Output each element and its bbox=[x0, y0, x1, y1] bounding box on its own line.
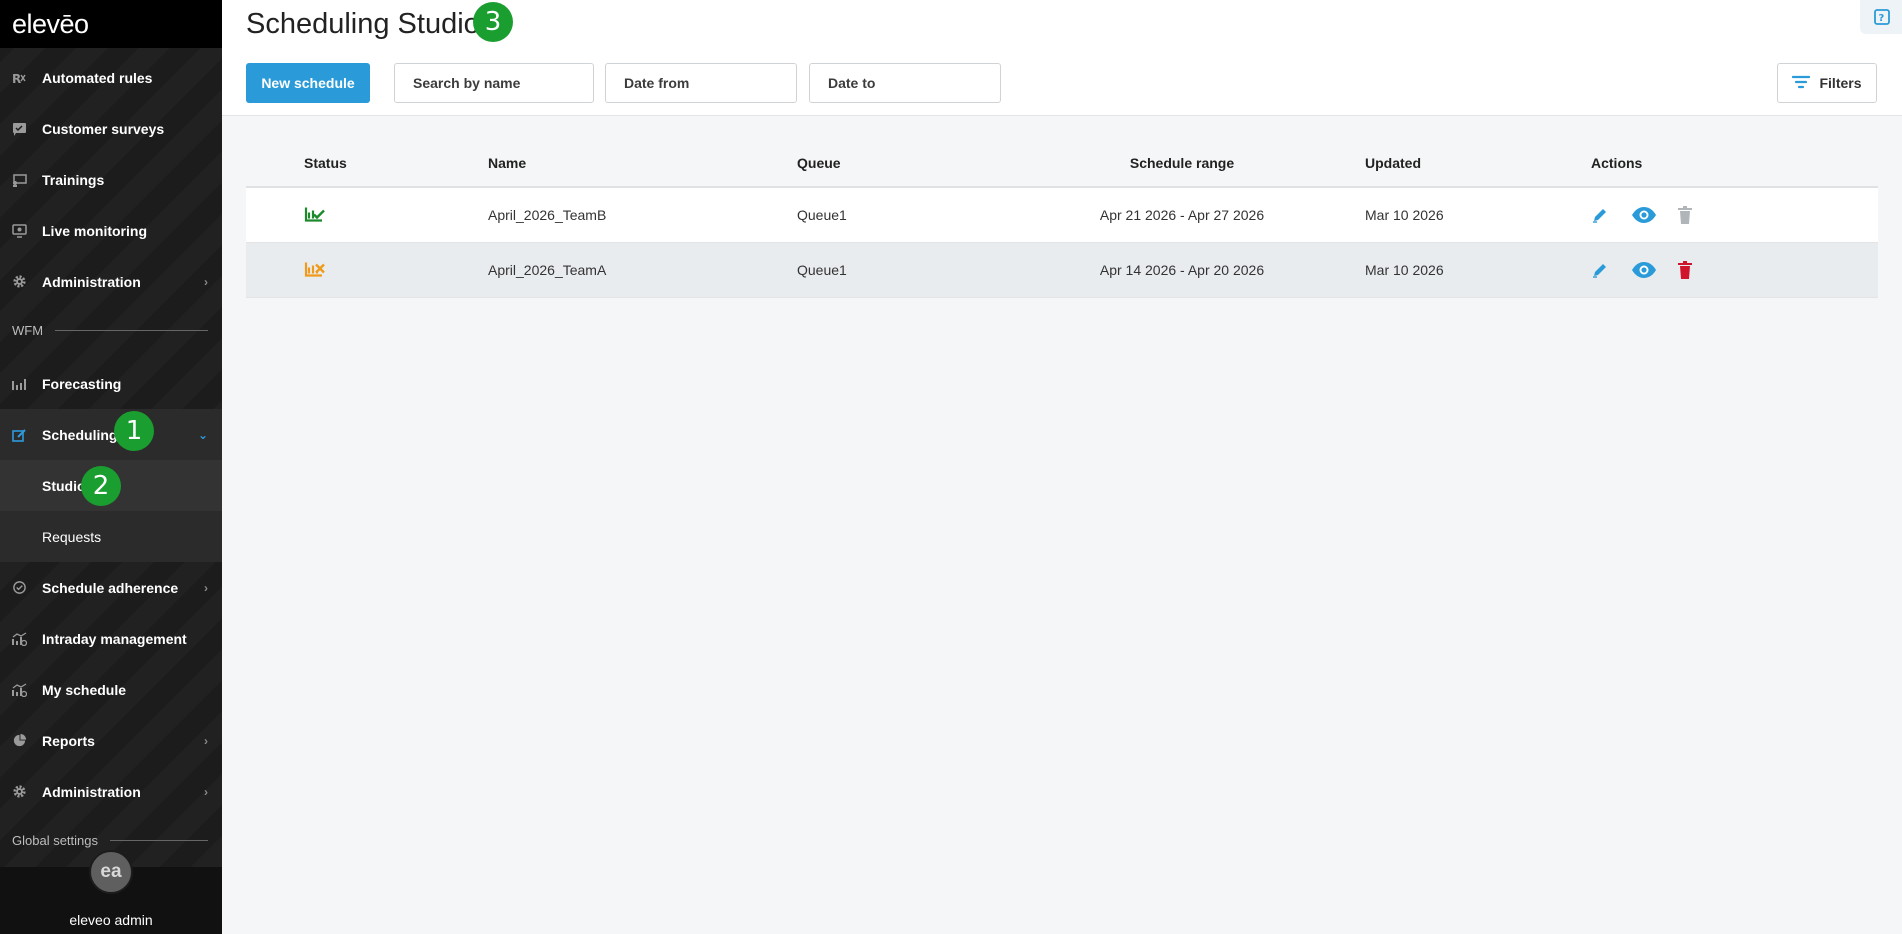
sidebar-item-label: Customer surveys bbox=[42, 120, 165, 137]
page-title: Scheduling Studio bbox=[246, 8, 480, 40]
sidebar-item-label: Schedule adherence bbox=[42, 579, 179, 596]
column-header-updated[interactable]: Updated bbox=[1365, 155, 1421, 171]
logo-bar: elevēo bbox=[0, 0, 222, 48]
sidebar-item-label: Scheduling bbox=[42, 426, 118, 443]
row-name: April_2026_TeamA bbox=[488, 262, 607, 278]
user-area[interactable]: ea eleveo admin bbox=[0, 850, 222, 934]
date-from-field[interactable] bbox=[605, 63, 797, 103]
step-badge-2: 2 bbox=[81, 466, 121, 506]
step-badge-3: 3 bbox=[473, 2, 513, 42]
table-row[interactable]: April_2026_TeamB Queue1 Apr 21 2026 - Ap… bbox=[246, 188, 1878, 243]
sidebar-item-reports[interactable]: Reports › bbox=[0, 715, 222, 766]
sidebar-item-trainings[interactable]: Trainings bbox=[0, 154, 222, 205]
column-header-status[interactable]: Status bbox=[304, 155, 347, 171]
sidebar-item-administration[interactable]: Administration › bbox=[0, 256, 222, 307]
status-published-icon bbox=[304, 205, 326, 226]
edit-icon bbox=[11, 427, 27, 443]
sidebar-item-intraday-management[interactable]: Intraday management bbox=[0, 613, 222, 664]
sidebar-item-label: My schedule bbox=[42, 681, 127, 698]
sidebar-item-schedule-adherence[interactable]: Schedule adherence › bbox=[0, 562, 222, 613]
sidebar-item-label: Studio bbox=[42, 477, 86, 494]
section-wfm: WFM bbox=[12, 323, 208, 338]
sidebar: elevēo R Automated rules Customer survey… bbox=[0, 0, 222, 934]
column-header-queue[interactable]: Queue bbox=[797, 155, 841, 171]
chevron-right-icon: › bbox=[204, 580, 208, 595]
section-global-settings: Global settings bbox=[12, 833, 208, 848]
date-to-field[interactable] bbox=[809, 63, 1001, 103]
survey-icon bbox=[11, 121, 27, 137]
delete-trash-icon-disabled[interactable] bbox=[1677, 206, 1693, 224]
filter-icon bbox=[1792, 75, 1811, 92]
forecast-chart-icon bbox=[11, 376, 27, 392]
sidebar-item-label: Administration bbox=[42, 783, 141, 800]
sidebar-item-label: Live monitoring bbox=[42, 222, 147, 239]
status-failed-icon bbox=[304, 260, 326, 281]
row-queue: Queue1 bbox=[797, 262, 847, 278]
edit-pencil-icon[interactable] bbox=[1591, 206, 1609, 224]
sidebar-subitem-requests[interactable]: Requests bbox=[0, 511, 222, 562]
section-label: WFM bbox=[12, 323, 44, 338]
divider bbox=[55, 330, 208, 331]
sidebar-item-label: Automated rules bbox=[42, 69, 153, 86]
check-circle-icon bbox=[11, 580, 27, 596]
row-schedule-range: Apr 21 2026 - Apr 27 2026 bbox=[1099, 207, 1265, 223]
avatar[interactable]: ea bbox=[89, 850, 133, 894]
row-queue: Queue1 bbox=[797, 207, 847, 223]
chevron-right-icon: › bbox=[204, 784, 208, 799]
search-input[interactable] bbox=[394, 63, 594, 103]
chart-icon bbox=[11, 631, 27, 647]
view-eye-icon[interactable] bbox=[1631, 206, 1657, 224]
chart-icon bbox=[11, 682, 27, 698]
row-updated: Mar 10 2026 bbox=[1365, 207, 1444, 223]
sidebar-item-label: Requests bbox=[42, 528, 102, 545]
sidebar-item-administration-wfm[interactable]: Administration › bbox=[0, 766, 222, 817]
chevron-right-icon: › bbox=[204, 733, 208, 748]
filters-label: Filters bbox=[1819, 75, 1862, 91]
svg-text:?: ? bbox=[1879, 13, 1885, 24]
chevron-right-icon: › bbox=[204, 274, 208, 289]
sidebar-item-label: Administration bbox=[42, 273, 141, 290]
sidebar-item-my-schedule[interactable]: My schedule bbox=[0, 664, 222, 715]
sidebar-item-label: Reports bbox=[42, 732, 95, 749]
gear-icon bbox=[11, 274, 27, 290]
row-name: April_2026_TeamB bbox=[488, 207, 607, 223]
column-header-name[interactable]: Name bbox=[488, 155, 526, 171]
table-header: Status Name Queue Schedule range Updated… bbox=[246, 140, 1878, 188]
help-video-icon[interactable]: ? bbox=[1860, 0, 1902, 34]
sidebar-item-live-monitoring[interactable]: Live monitoring bbox=[0, 205, 222, 256]
row-updated: Mar 10 2026 bbox=[1365, 262, 1444, 278]
sidebar-item-label: Trainings bbox=[42, 171, 105, 188]
sidebar-item-label: Intraday management bbox=[42, 630, 187, 647]
filters-button[interactable]: Filters bbox=[1777, 63, 1877, 103]
new-schedule-button[interactable]: New schedule bbox=[246, 63, 370, 103]
chevron-down-icon: ⌄ bbox=[197, 427, 208, 442]
delete-trash-icon[interactable] bbox=[1677, 261, 1693, 279]
schedules-table: Status Name Queue Schedule range Updated… bbox=[246, 140, 1878, 298]
table-row[interactable]: April_2026_TeamA Queue1 Apr 14 2026 - Ap… bbox=[246, 243, 1878, 298]
view-eye-icon[interactable] bbox=[1631, 261, 1657, 279]
automated-rules-icon: R bbox=[11, 70, 27, 86]
pie-chart-icon bbox=[11, 733, 27, 749]
edit-pencil-icon[interactable] bbox=[1591, 261, 1609, 279]
section-label: Global settings bbox=[12, 833, 98, 848]
live-monitoring-icon bbox=[11, 223, 27, 239]
sidebar-item-automated-rules[interactable]: R Automated rules bbox=[0, 52, 222, 103]
step-badge-1: 1 bbox=[114, 411, 154, 451]
svg-text:R: R bbox=[12, 72, 21, 85]
sidebar-item-label: Forecasting bbox=[42, 375, 122, 392]
eleveo-logo[interactable]: elevēo bbox=[12, 9, 89, 40]
gear-icon bbox=[11, 784, 27, 800]
sidebar-item-forecasting[interactable]: Forecasting bbox=[0, 358, 222, 409]
column-header-schedule-range[interactable]: Schedule range bbox=[1067, 155, 1297, 171]
sidebar-item-scheduling[interactable]: Scheduling ⌄ bbox=[0, 409, 222, 460]
divider bbox=[110, 840, 208, 841]
column-header-actions: Actions bbox=[1591, 155, 1643, 171]
sidebar-item-customer-surveys[interactable]: Customer surveys bbox=[0, 103, 222, 154]
user-name: eleveo admin bbox=[69, 912, 153, 928]
row-schedule-range: Apr 14 2026 - Apr 20 2026 bbox=[1099, 262, 1265, 278]
training-icon bbox=[11, 172, 27, 188]
